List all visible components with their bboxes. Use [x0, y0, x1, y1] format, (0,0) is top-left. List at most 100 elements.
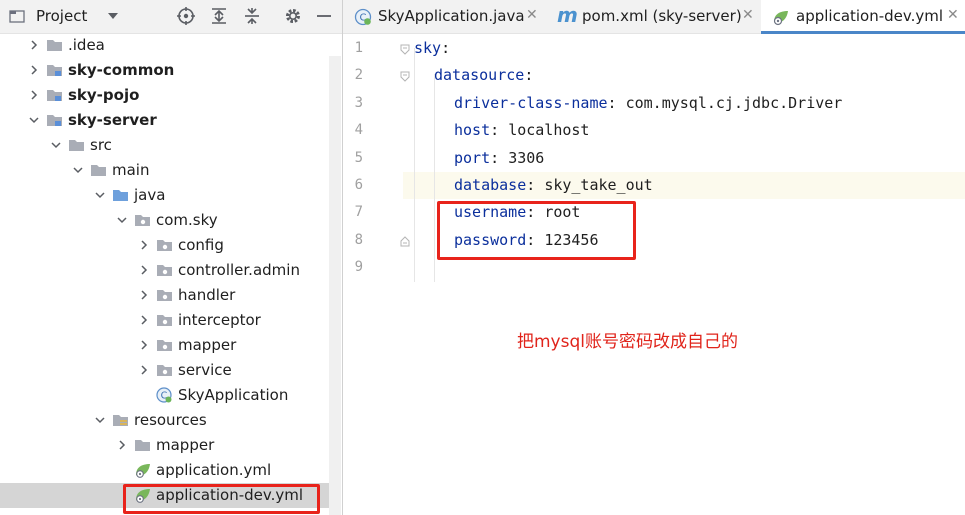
- expand-all-icon[interactable]: [209, 6, 229, 26]
- fold-collapse-icon[interactable]: [400, 44, 410, 55]
- code-text: sky:: [414, 39, 450, 57]
- yaml-key: datasource: [434, 66, 525, 85]
- chevron-right-icon[interactable]: [138, 364, 150, 376]
- line-number: 7: [354, 204, 363, 221]
- chevron-right-icon[interactable]: [138, 289, 150, 301]
- tab-application-dev-yml[interactable]: application-dev.yml ✕: [761, 0, 965, 34]
- tree-item[interactable]: sky-common: [0, 58, 330, 83]
- chevron-down-icon[interactable]: [28, 114, 40, 126]
- tree-item[interactable]: controller.admin: [0, 258, 330, 283]
- code-line[interactable]: host: localhost: [403, 117, 965, 144]
- code-editor[interactable]: 123456789 sky: datasource: driver-class-na…: [343, 34, 965, 515]
- credentials-highlight-box: [437, 201, 636, 260]
- chevron-down-icon[interactable]: [50, 139, 62, 151]
- tree-item[interactable]: service: [0, 358, 330, 383]
- close-icon[interactable]: ✕: [947, 7, 959, 23]
- code-line[interactable]: sky:: [403, 35, 965, 62]
- chevron-right-icon[interactable]: [138, 314, 150, 326]
- chevron-right-icon[interactable]: [116, 439, 128, 451]
- yaml-separator: :: [524, 66, 534, 85]
- chevron-right-icon[interactable]: [138, 264, 150, 276]
- tree-item-label: resources: [134, 411, 207, 429]
- tree-item[interactable]: mapper: [0, 333, 330, 358]
- fold-end-icon[interactable]: [400, 236, 410, 247]
- source-folder-icon: [113, 190, 128, 201]
- chevron-right-icon[interactable]: [28, 89, 40, 101]
- chevron-down-icon[interactable]: [116, 214, 128, 226]
- yaml-separator: :: [490, 148, 509, 167]
- tree-item[interactable]: sky-server: [0, 108, 330, 133]
- tree-item[interactable]: main: [0, 158, 330, 183]
- resources-folder-icon: [113, 415, 128, 426]
- locate-icon[interactable]: [176, 6, 196, 26]
- tree-item-label: com.sky: [156, 211, 218, 229]
- chevron-right-icon[interactable]: [138, 339, 150, 351]
- spring-class-icon: C: [156, 387, 172, 403]
- code-line[interactable]: port: 3306: [403, 145, 965, 172]
- code-line[interactable]: database: sky_take_out: [403, 172, 965, 199]
- code-text: port: 3306: [454, 149, 544, 167]
- tree-item-label: service: [178, 361, 232, 379]
- project-view-icon: [9, 10, 25, 23]
- tree-item[interactable]: sky-pojo: [0, 83, 330, 108]
- chevron-right-icon[interactable]: [138, 239, 150, 251]
- tree-item[interactable]: handler: [0, 283, 330, 308]
- yaml-key: sky: [414, 39, 442, 57]
- indent-guide: [434, 74, 435, 282]
- tree-item[interactable]: resources: [0, 408, 330, 433]
- chevron-right-icon[interactable]: [28, 39, 40, 51]
- module-folder-icon: [47, 65, 62, 76]
- gear-icon[interactable]: [283, 6, 303, 26]
- tab-pom-xml[interactable]: m pom.xml (sky-server) ✕: [548, 0, 761, 33]
- code-line[interactable]: datasource:: [403, 62, 965, 89]
- yaml-separator: :: [490, 121, 509, 140]
- yaml-separator: :: [607, 93, 626, 112]
- yaml-file-icon: [136, 464, 150, 478]
- yaml-key: driver-class-name: [454, 93, 608, 112]
- tree-item-label: main: [112, 161, 150, 179]
- tree-item[interactable]: C SkyApplication: [0, 383, 330, 408]
- minimize-icon[interactable]: [314, 6, 334, 26]
- tree-item[interactable]: interceptor: [0, 308, 330, 333]
- tree-item-label: sky-common: [68, 61, 175, 79]
- tree-item[interactable]: mapper: [0, 433, 330, 458]
- tree-item-label: controller.admin: [178, 261, 300, 279]
- yaml-key: port: [454, 148, 491, 167]
- chevron-down-icon[interactable]: [94, 414, 106, 426]
- collapse-all-icon[interactable]: [242, 6, 262, 26]
- dropdown-icon[interactable]: [106, 10, 120, 22]
- module-folder-icon: [47, 115, 62, 126]
- yaml-separator: :: [441, 39, 451, 57]
- tree-item[interactable]: application.yml: [0, 458, 330, 483]
- close-icon[interactable]: ✕: [526, 7, 538, 23]
- code-text: host: localhost: [454, 121, 589, 139]
- line-number-gutter: 1 2 3 4 5 6 7 8 9: [343, 34, 399, 515]
- line-number: 2: [354, 67, 363, 84]
- tree-item[interactable]: src: [0, 133, 330, 158]
- yaml-file-icon: [773, 11, 788, 26]
- code-line[interactable]: driver-class-name: com.mysql.cj.jdbc.Dri…: [403, 90, 965, 117]
- chevron-down-icon[interactable]: [94, 189, 106, 201]
- tree-item[interactable]: .idea: [0, 33, 330, 58]
- close-icon[interactable]: ✕: [742, 7, 754, 23]
- fold-collapse-icon[interactable]: [400, 71, 410, 83]
- folder-icon: [69, 140, 84, 151]
- tree-item-label: .idea: [68, 36, 105, 54]
- chevron-down-icon[interactable]: [72, 164, 84, 176]
- maven-icon: m: [557, 3, 578, 27]
- package-icon: [157, 240, 172, 251]
- tab-label: pom.xml (sky-server): [582, 7, 742, 25]
- tree-item-label: sky-pojo: [68, 86, 140, 104]
- project-tree: .idea sky-common sky-pojo sky-server src main…: [0, 33, 342, 515]
- project-scrollbar[interactable]: [329, 56, 341, 515]
- tree-item[interactable]: config: [0, 233, 330, 258]
- chevron-right-icon[interactable]: [28, 64, 40, 76]
- line-number: 4: [354, 122, 363, 139]
- yaml-key: database: [454, 176, 527, 194]
- folder-icon: [135, 440, 150, 451]
- tree-item[interactable]: java: [0, 183, 330, 208]
- tree-item[interactable]: com.sky: [0, 208, 330, 233]
- project-view-title[interactable]: Project: [36, 7, 87, 25]
- tab-skyapplication-java[interactable]: C SkyApplication.java ✕: [343, 0, 548, 33]
- line-number: 6: [354, 177, 363, 193]
